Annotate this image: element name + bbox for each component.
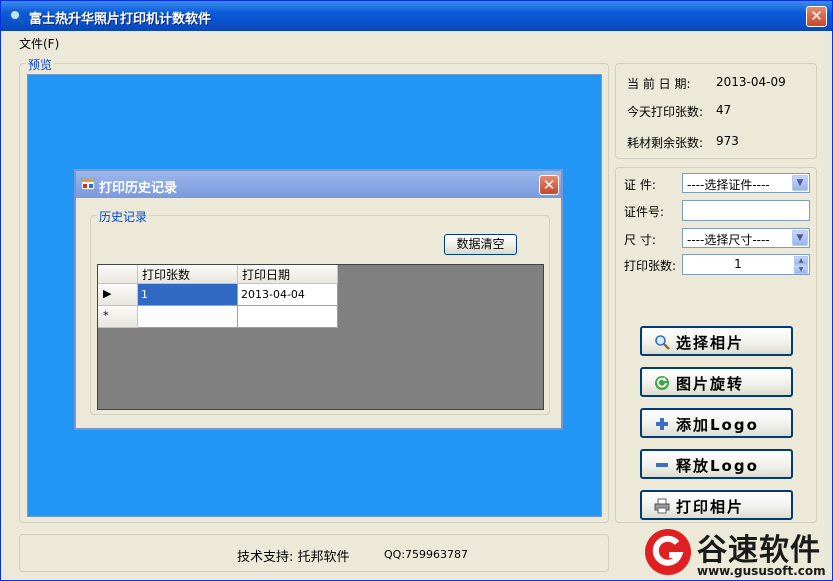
cert-select-value: ----选择证件---- (687, 178, 770, 192)
window-title: 富士热升华照片打印机计数软件 (29, 12, 212, 27)
printer-icon (654, 498, 670, 514)
history-dialog: 打印历史记录 ✕ 历史记录 数据清空 打印张数 打印日期 ▶ 1 2013-04… (74, 169, 563, 430)
current-date-row: 当 前 日 期: 2013-04-09 (627, 75, 786, 92)
title-bar: 富士热升华照片打印机计数软件 ✕ (1, 1, 832, 31)
remaining-row: 耗材剩余张数: 973 (627, 134, 739, 151)
cert-label: 证 件: (624, 178, 656, 192)
cell-new-count[interactable] (138, 306, 238, 328)
today-count-row: 今天打印张数: 47 (627, 103, 731, 120)
cell-new-date[interactable] (238, 306, 338, 328)
status-panel: 技术支持: 托邦软件 QQ:759963787 (19, 534, 609, 572)
row-header-new[interactable]: * (98, 306, 138, 328)
chevron-down-icon[interactable]: ▼ (792, 230, 808, 246)
plus-icon (656, 418, 668, 430)
close-button[interactable]: ✕ (806, 6, 827, 27)
dialog-title-bar: 打印历史记录 ✕ (76, 171, 561, 198)
size-select-value: ----选择尺寸---- (687, 233, 770, 247)
grid-corner (98, 265, 138, 284)
add-logo-label: 添加Logo (676, 416, 759, 434)
clear-data-button[interactable]: 数据清空 (444, 234, 517, 255)
minus-icon (656, 463, 668, 467)
row-header-current[interactable]: ▶ (98, 284, 138, 306)
size-label: 尺 寸: (624, 233, 656, 247)
add-logo-button[interactable]: 添加Logo (640, 408, 793, 438)
print-count-stepper[interactable]: 1 ▲ ▼ (682, 254, 810, 275)
qq-text: QQ:759963787 (384, 548, 469, 561)
remaining-value: 973 (716, 134, 739, 148)
current-date-value: 2013-04-09 (716, 75, 786, 89)
cell-date[interactable]: 2013-04-04 (238, 284, 338, 306)
spin-down-icon[interactable]: ▼ (794, 265, 808, 274)
watermark-brand: 谷速软件 (697, 533, 821, 568)
release-logo-button[interactable]: 释放Logo (640, 449, 793, 479)
watermark-url: www.gususoft.com (697, 564, 826, 578)
support-text: 技术支持: 托邦软件 (237, 550, 350, 565)
history-group: 历史记录 数据清空 打印张数 打印日期 ▶ 1 2013-04-04 * (90, 208, 550, 415)
print-count-label: 打印张数: (624, 259, 677, 273)
chevron-down-icon[interactable]: ▼ (792, 175, 808, 191)
history-grid: 打印张数 打印日期 ▶ 1 2013-04-04 * (97, 264, 544, 410)
print-photo-button[interactable]: 打印相片 (640, 490, 793, 520)
search-icon (9, 9, 24, 24)
spin-up-icon[interactable]: ▲ (794, 256, 808, 265)
main-window: 富士热升华照片打印机计数软件 ✕ 文件(F) 预览 当 前 日 期: 2013-… (0, 0, 833, 581)
menu-bar: 文件(F) (1, 31, 832, 53)
cert-select[interactable]: ----选择证件---- ▼ (682, 173, 810, 193)
today-count-value: 47 (716, 103, 732, 117)
menu-file[interactable]: 文件(F) (19, 35, 59, 52)
watermark-logo: 谷速软件 www.gususoft.com (639, 523, 833, 581)
today-count-label: 今天打印张数: (627, 105, 704, 119)
dialog-title: 打印历史记录 (99, 181, 178, 196)
select-photo-label: 选择相片 (676, 334, 745, 352)
history-group-label: 历史记录 (97, 208, 150, 225)
cert-number-label: 证件号: (624, 205, 665, 219)
print-count-value: 1 (734, 257, 742, 271)
preview-label: 预览 (26, 56, 55, 73)
remaining-label: 耗材剩余张数: (627, 136, 704, 150)
close-icon: ✕ (542, 176, 556, 194)
print-photo-label: 打印相片 (676, 498, 745, 516)
dialog-close-button[interactable]: ✕ (539, 175, 559, 195)
close-icon: ✕ (810, 7, 823, 25)
release-logo-label: 释放Logo (676, 457, 759, 475)
rotate-label: 图片旋转 (676, 375, 745, 393)
select-photo-button[interactable]: 选择相片 (640, 326, 793, 356)
info-panel: 当 前 日 期: 2013-04-09 今天打印张数: 47 耗材剩余张数: 9… (615, 63, 817, 159)
window-icon (81, 178, 95, 190)
size-select[interactable]: ----选择尺寸---- ▼ (682, 228, 810, 248)
column-header-date[interactable]: 打印日期 (238, 265, 338, 284)
rotate-button[interactable]: 图片旋转 (640, 367, 793, 397)
cert-number-input[interactable] (682, 200, 810, 221)
current-date-label: 当 前 日 期: (627, 77, 691, 91)
cell-count[interactable]: 1 (138, 284, 238, 306)
watermark-icon (645, 529, 691, 575)
rotate-icon (655, 376, 669, 390)
magnifier-icon (655, 335, 670, 350)
column-header-count[interactable]: 打印张数 (138, 265, 238, 284)
